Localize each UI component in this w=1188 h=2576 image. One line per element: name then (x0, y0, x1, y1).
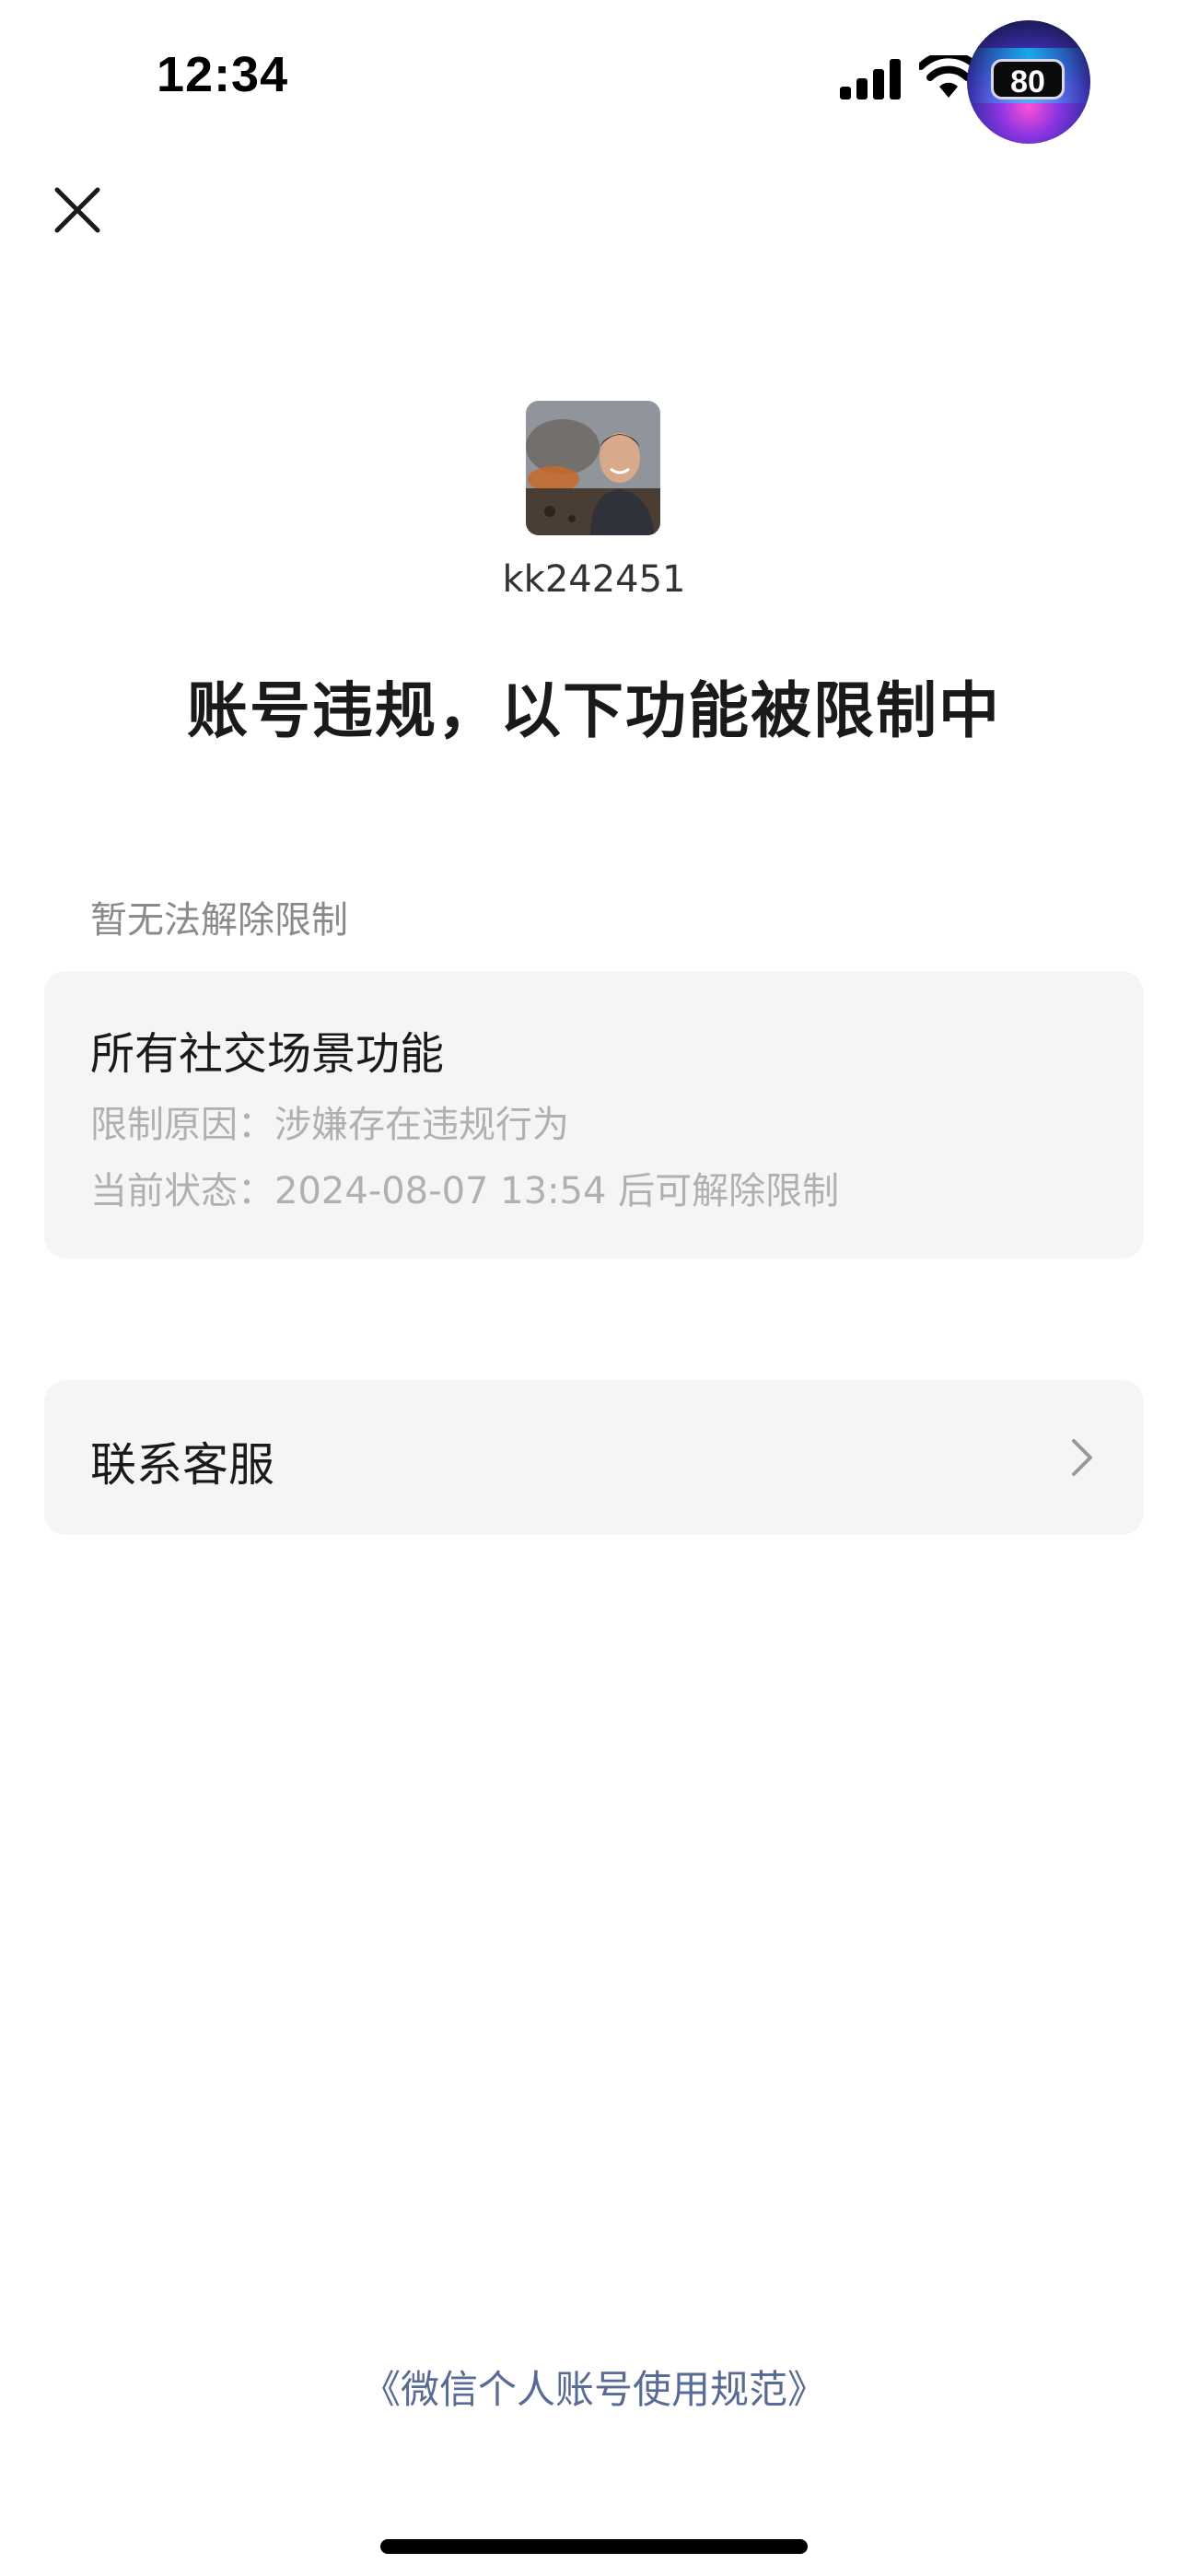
avatar (526, 401, 660, 535)
chevron-right-icon (1072, 1439, 1092, 1476)
username: kk242451 (502, 558, 686, 601)
close-icon (54, 187, 100, 233)
page-title: 账号违规，以下功能被限制中 (187, 675, 1001, 746)
contact-support-button[interactable]: 联系客服 (44, 1380, 1144, 1535)
section-label: 暂无法解除限制 (90, 899, 348, 942)
reason-value: 涉嫌存在违规行为 (274, 1104, 569, 1146)
restriction-reason: 限制原因：涉嫌存在违规行为 (90, 1095, 569, 1148)
state-value: 2024-08-07 13:54 后可解除限制 (274, 1170, 840, 1212)
close-button[interactable] (48, 181, 107, 240)
avatar-image (526, 401, 660, 535)
battery-icon: 80 (991, 59, 1065, 100)
home-indicator[interactable] (380, 2539, 808, 2554)
state-label: 当前状态： (90, 1170, 274, 1212)
policy-link[interactable]: 《微信个人账号使用规范》 (0, 2359, 1188, 2415)
status-bar: 12:34 80 (0, 0, 1188, 157)
status-time: 12:34 (157, 47, 289, 102)
restriction-card: 所有社交场景功能 限制原因：涉嫌存在违规行为 当前状态：2024-08-07 1… (44, 971, 1144, 1259)
reason-label: 限制原因： (90, 1104, 274, 1146)
signal-icon (840, 59, 901, 100)
restriction-title: 所有社交场景功能 (90, 1028, 445, 1080)
contact-support-label: 联系客服 (90, 1438, 274, 1492)
restriction-state: 当前状态：2024-08-07 13:54 后可解除限制 (90, 1161, 839, 1214)
